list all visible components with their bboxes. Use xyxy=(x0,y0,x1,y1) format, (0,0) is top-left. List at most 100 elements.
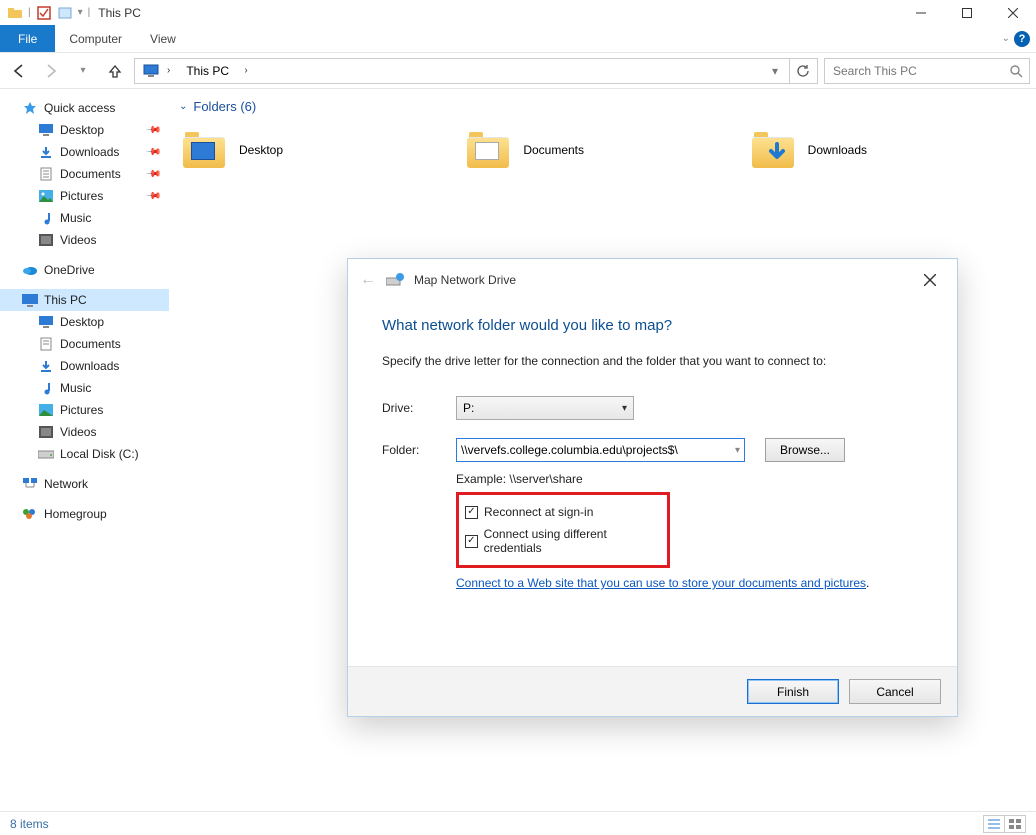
window-title: This PC xyxy=(98,6,141,20)
checkbox-label: Reconnect at sign-in xyxy=(484,505,593,519)
dialog-title: Map Network Drive xyxy=(414,273,516,287)
search-icon xyxy=(1009,64,1023,78)
sidebar-tp-videos[interactable]: Videos xyxy=(0,421,169,443)
homegroup-icon xyxy=(22,506,38,522)
sidebar-item-label: Pictures xyxy=(60,189,103,203)
drive-select[interactable]: P: ▾ xyxy=(456,396,634,420)
music-icon xyxy=(38,210,54,226)
drive-value: P: xyxy=(463,401,474,415)
address-dropdown-icon[interactable]: ▾ xyxy=(765,58,785,84)
sidebar-tp-desktop[interactable]: Desktop xyxy=(0,311,169,333)
breadcrumb-root[interactable]: This PC xyxy=(186,64,229,78)
different-credentials-checkbox[interactable]: ✓ Connect using different credentials xyxy=(465,523,661,559)
minimize-button[interactable] xyxy=(898,1,944,25)
refresh-button[interactable] xyxy=(789,59,815,83)
sidebar-this-pc[interactable]: This PC xyxy=(0,289,169,311)
pin-icon: 📌 xyxy=(144,166,161,183)
help-icon[interactable]: ? xyxy=(1014,31,1030,47)
videos-icon xyxy=(38,232,54,248)
view-tab[interactable]: View xyxy=(136,25,190,52)
dialog-heading: What network folder would you like to ma… xyxy=(382,317,923,334)
sidebar-item-label: Music xyxy=(60,381,91,395)
recent-locations-button[interactable]: ▾ xyxy=(70,58,96,84)
documents-icon xyxy=(38,166,54,182)
sidebar-tp-music[interactable]: Music xyxy=(0,377,169,399)
checkbox-checked-icon: ✓ xyxy=(465,535,478,548)
icons-view-button[interactable] xyxy=(1004,815,1026,833)
cancel-button[interactable]: Cancel xyxy=(849,679,941,704)
forward-button[interactable] xyxy=(38,58,64,84)
sidebar-qa-downloads[interactable]: Downloads 📌 xyxy=(0,141,169,163)
sidebar-item-label: Desktop xyxy=(60,315,104,329)
sidebar-qa-pictures[interactable]: Pictures📌 xyxy=(0,185,169,207)
status-bar: 8 items xyxy=(0,811,1036,835)
folder-documents[interactable]: Documents xyxy=(467,130,751,170)
sidebar-item-label: Documents xyxy=(60,337,121,351)
reconnect-checkbox[interactable]: ✓ Reconnect at sign-in xyxy=(465,501,661,523)
finish-button[interactable]: Finish xyxy=(747,679,839,704)
status-items: 8 items xyxy=(10,817,49,831)
system-menu-icon[interactable] xyxy=(7,5,23,21)
chevron-down-icon: ▾ xyxy=(735,445,740,456)
map-drive-icon xyxy=(386,272,404,288)
folder-icon xyxy=(183,132,225,168)
connect-website-link[interactable]: Connect to a Web site that you can use t… xyxy=(456,576,866,590)
nav-bar: ▾ › This PC › ▾ xyxy=(0,52,1036,88)
group-label: Folders (6) xyxy=(193,99,256,114)
sidebar-network[interactable]: Network xyxy=(0,473,169,495)
dialog-back-button[interactable]: ← xyxy=(360,271,376,289)
map-network-drive-dialog: ← Map Network Drive What network folder … xyxy=(347,258,958,717)
sidebar-quick-access[interactable]: Quick access xyxy=(0,97,169,119)
maximize-button[interactable] xyxy=(944,1,990,25)
properties-icon[interactable] xyxy=(36,5,52,21)
new-folder-icon[interactable] xyxy=(57,5,73,21)
folder-downloads[interactable]: Downloads xyxy=(752,130,1036,170)
sidebar-tp-documents[interactable]: Documents xyxy=(0,333,169,355)
sidebar-qa-documents[interactable]: Documents📌 xyxy=(0,163,169,185)
sidebar-tp-localc[interactable]: Local Disk (C:) xyxy=(0,443,169,465)
up-button[interactable] xyxy=(102,58,128,84)
sidebar-item-label: Quick access xyxy=(44,101,115,115)
folder-input[interactable]: \\vervefs.college.columbia.edu\projects$… xyxy=(456,438,745,462)
browse-button[interactable]: Browse... xyxy=(765,438,845,462)
dialog-close-button[interactable] xyxy=(915,265,945,295)
pin-icon: 📌 xyxy=(144,122,161,139)
folder-icon xyxy=(467,132,509,168)
sidebar-qa-music[interactable]: Music xyxy=(0,207,169,229)
sidebar-item-label: This PC xyxy=(44,293,87,307)
dialog-instruction: Specify the drive letter for the connect… xyxy=(382,354,923,368)
computer-tab[interactable]: Computer xyxy=(55,25,136,52)
checkbox-label: Connect using different credentials xyxy=(484,527,661,555)
pin-icon: 📌 xyxy=(144,144,161,161)
sidebar-item-label: Desktop xyxy=(60,123,104,137)
sidebar-qa-videos[interactable]: Videos xyxy=(0,229,169,251)
search-box[interactable] xyxy=(824,58,1030,84)
folder-label: Desktop xyxy=(239,143,283,157)
address-bar[interactable]: › This PC › ▾ xyxy=(134,58,818,84)
back-button[interactable] xyxy=(6,58,32,84)
web-link-row: Connect to a Web site that you can use t… xyxy=(456,576,923,590)
quick-access-icon xyxy=(22,100,38,116)
sidebar-homegroup[interactable]: Homegroup xyxy=(0,503,169,525)
sidebar-item-label: Downloads xyxy=(60,145,119,159)
checkbox-checked-icon: ✓ xyxy=(465,506,478,519)
desktop-icon xyxy=(38,122,54,138)
sidebar-tp-pictures[interactable]: Pictures xyxy=(0,399,169,421)
file-tab[interactable]: File xyxy=(0,25,55,52)
ribbon-collapse-icon[interactable]: ⌄ xyxy=(1002,33,1010,44)
videos-icon xyxy=(38,424,54,440)
folder-desktop[interactable]: Desktop xyxy=(183,130,467,170)
close-button[interactable] xyxy=(990,1,1036,25)
sidebar-onedrive[interactable]: OneDrive xyxy=(0,259,169,281)
sidebar-item-label: Pictures xyxy=(60,403,103,417)
sidebar-tp-downloads[interactable]: Downloads xyxy=(0,355,169,377)
downloads-icon xyxy=(38,358,54,374)
qat-dropdown-icon[interactable]: ▾ xyxy=(78,7,83,18)
folder-icon xyxy=(752,132,794,168)
details-view-button[interactable] xyxy=(983,815,1005,833)
search-input[interactable] xyxy=(831,63,1009,79)
sidebar-qa-desktop[interactable]: Desktop 📌 xyxy=(0,119,169,141)
sidebar-item-label: Downloads xyxy=(60,359,119,373)
folder-label: Folder: xyxy=(382,443,456,457)
folders-group-header[interactable]: ⌄ Folders (6) xyxy=(169,99,1036,114)
